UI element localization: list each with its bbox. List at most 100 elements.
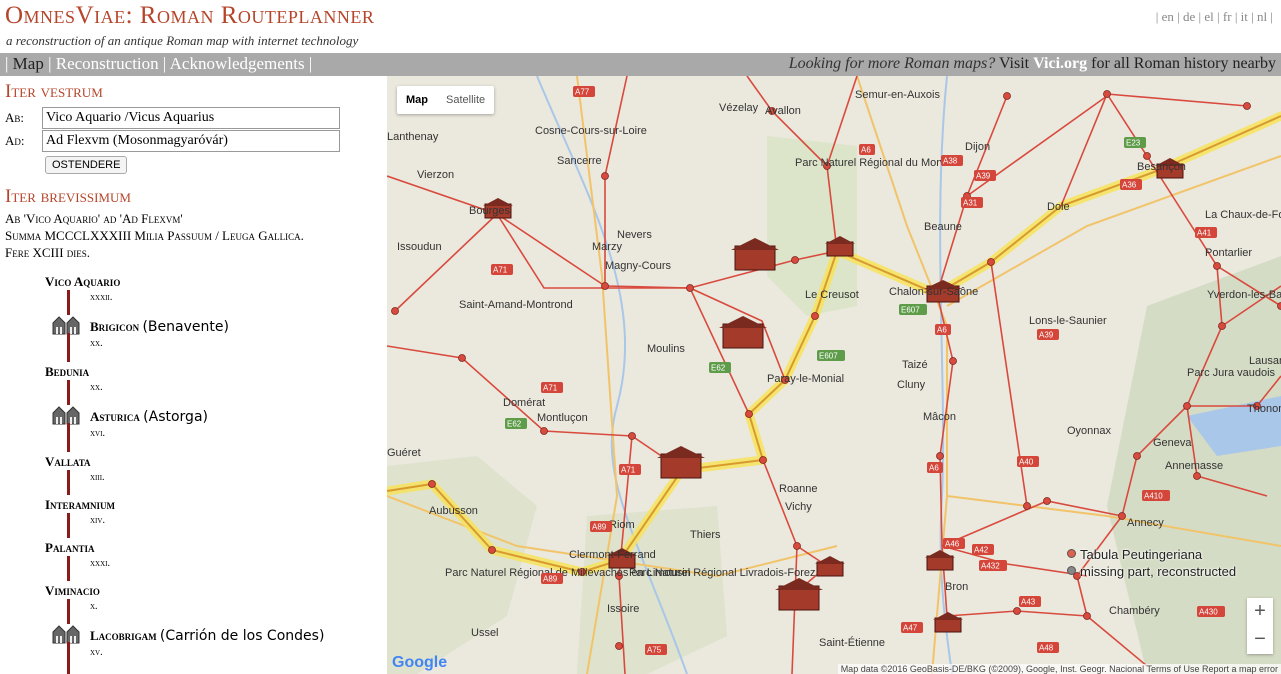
route-stop-name: Asturica [90,409,140,424]
highway-label: A89 [592,523,607,532]
lang-it[interactable]: it [1241,9,1248,24]
map-type-control: Map Satellite [397,86,495,114]
route-stop[interactable]: Bedunia [45,364,89,380]
map-place-label: Semur-en-Auxois [855,89,940,101]
route-distance: xvi. [90,428,105,439]
from-input[interactable] [42,107,340,129]
route-connector [67,290,70,315]
route-list: Vico Aquario xxxii. Brigicon (Benavente) xx… [0,274,387,674]
route-connector [67,642,70,674]
highway-label: A6 [937,326,947,335]
google-logo[interactable]: Google [392,654,447,672]
to-input[interactable] [42,130,340,152]
vici-link[interactable]: Vici.org [1033,55,1087,72]
route-stop[interactable]: Interamnium [45,497,115,513]
map-place-label: Vierzon [417,169,454,181]
promo-tail: for all Roman history nearby [1091,55,1276,72]
map-type-map-button[interactable]: Map [397,86,437,114]
map-canvas[interactable]: Vézelay Avallon Semur-en-Auxois Cosne-Cours… [387,76,1281,674]
highway-label: A77 [575,88,590,97]
map-place-label: Yverdon-les-Bains [1207,289,1281,301]
route-distance: xv. [90,647,103,658]
map-place-label: Avallon [765,105,801,117]
map-place-label: Parc Jura vaudois [1187,367,1276,379]
map-place-label: Chalon-sur-Saône [889,286,978,298]
map-place-label: Bron [945,581,968,593]
highway-label: A43 [1021,598,1036,607]
route-stop-name: Vico Aquario [45,274,121,289]
settlement-icon [52,624,82,644]
map-place-label: Domérat [503,397,545,409]
route-stop[interactable]: Palantia [45,540,94,556]
route-connector [67,333,70,362]
map-place-label: Clermont-Ferrand [569,549,656,561]
result-line-1: Ab 'Vico Aquario' ad 'Ad Flexvm' [5,211,183,226]
zoom-out-button[interactable]: − [1247,626,1273,654]
nav-reconstruction[interactable]: Reconstruction [56,54,159,73]
route-stop[interactable]: Lacobrigam (Carrión de los Condes) [90,628,324,644]
route-connector [67,423,70,452]
route-stop[interactable]: Brigicon (Benavente) [90,319,229,335]
sidebar: Iter vestrum Ab: Ad: OSTENDERE Iter brev… [0,76,387,674]
highway-label: A71 [543,384,558,393]
highway-label: A36 [1122,181,1137,190]
promo-visit: Visit [998,55,1030,72]
map-type-satellite-button[interactable]: Satellite [437,86,494,114]
highway-label: A430 [1199,608,1218,617]
highway-label: A6 [929,464,939,473]
map-place-label: Dole [1047,201,1070,213]
lang-en[interactable]: en [1162,9,1174,24]
nav-map[interactable]: Map [13,54,44,73]
result-line-3: Fere XCIII dies. [5,245,91,260]
highway-label: E62 [711,364,726,373]
highway-label: A6 [861,146,871,155]
map-place-label: Saint-Amand-Montrond [459,299,573,311]
highway-label: A38 [943,157,958,166]
submit-button[interactable]: OSTENDERE [45,156,128,174]
zoom-in-button[interactable]: + [1247,598,1273,626]
map-place-label: Paray-le-Monial [767,373,844,385]
route-distance: xiii. [90,472,105,483]
language-switcher: | en | de | el | fr | it | nl | [1155,9,1273,24]
highway-label: A89 [543,575,558,584]
route-stop[interactable]: Asturica (Astorga) [90,409,208,425]
zoom-control: + − [1247,598,1273,654]
highway-label: E607 [901,306,920,315]
map-attribution[interactable]: Map data ©2016 GeoBasis-DE/BKG (©2009), … [837,664,1281,674]
promo-question: Looking for more Roman maps? [788,55,996,72]
lang-fr[interactable]: fr [1223,9,1232,24]
lang-de[interactable]: de [1183,9,1195,24]
highway-label: A40 [1019,458,1034,467]
form-heading: Iter vestrum [5,81,103,102]
settlement-icon [52,405,82,425]
highway-label: A39 [1039,331,1054,340]
route-stop-name: Viminacio [45,583,100,598]
route-distance: xiv. [90,515,105,526]
highway-label: A46 [945,540,960,549]
route-stop-name: Interamnium [45,497,116,512]
route-stop-modern-name: (Benavente) [142,319,229,335]
lang-el[interactable]: el [1204,9,1213,24]
route-connector [67,599,70,624]
map-place-label: La Chaux-de-Fonds [1205,209,1281,221]
nav-acknowledgements[interactable]: Acknowledgements [170,54,305,73]
map-place-label: Parc Naturel Régional du Morvan [795,157,958,169]
page-title[interactable]: OmnesViae: Roman Routeplanner [5,2,374,30]
highway-label: A48 [1039,644,1054,653]
map-place-label: Issoudun [397,241,442,253]
highway-label: A31 [963,199,978,208]
map-place-label: Mâcon [923,411,956,423]
map-legend: Tabula Peutingeriana missing part, recon… [1067,547,1236,581]
map-place-label: Le Creusot [805,289,859,301]
map-place-label: Lausanne [1249,355,1281,367]
route-stop[interactable]: Vallata [45,454,91,470]
map[interactable]: Vézelay Avallon Semur-en-Auxois Cosne-Cours… [387,76,1281,674]
route-stop[interactable]: Viminacio [45,583,100,599]
route-stop[interactable]: Vico Aquario [45,274,120,290]
map-place-label: Pontarlier [1205,247,1252,259]
lang-nl[interactable]: nl [1257,9,1267,24]
map-place-label: Dijon [965,141,990,153]
map-place-label: Beaune [924,221,962,233]
map-place-label: Moulins [647,343,685,355]
map-place-label: Roanne [779,483,818,495]
